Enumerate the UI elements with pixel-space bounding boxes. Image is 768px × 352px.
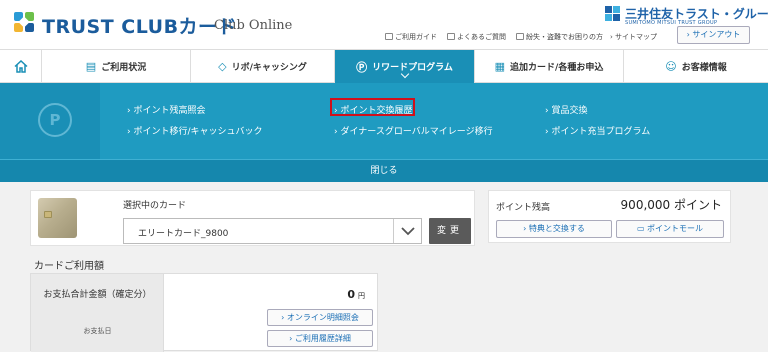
group-logo: 三井住友トラスト・グループ SUMITOMO MITSUI TRUST GROU…: [605, 6, 768, 28]
home-icon: [13, 60, 28, 73]
chevron-down-icon[interactable]: [393, 219, 421, 243]
guide-link[interactable]: ご利用ガイド: [385, 32, 437, 42]
usage-section-title: カードご利用額: [34, 261, 104, 272]
logo-text[interactable]: TRUST CLUBカード: [42, 12, 237, 39]
nav-home[interactable]: [0, 50, 42, 83]
payment-date-label: お支払日: [83, 327, 112, 335]
mega-menu-icon-area: P: [0, 83, 100, 159]
usage-history-button[interactable]: › ご利用履歴詳細: [267, 330, 373, 347]
diamond-icon: ◇: [218, 60, 227, 73]
site-header: TRUST CLUBカード Club Online 三井住友トラスト・グループ …: [0, 0, 768, 49]
group-logo-icon: [605, 6, 620, 21]
online-statement-button[interactable]: › オンライン明細照会: [267, 309, 373, 326]
point-mall-button[interactable]: ▭ ポイントモール: [616, 220, 724, 238]
point-balance-panel: ポイント残高 900,000 ポイント › 特典と交換する ▭ ポイントモール: [488, 190, 731, 243]
card-chip-icon: [44, 211, 52, 218]
faq-icon: [447, 33, 455, 40]
card-selector-panel: 選択中のカード エリートカード_9800 変更: [30, 190, 475, 246]
points-icon: P: [38, 103, 72, 137]
menu-link-point-balance[interactable]: › ポイント残高照会: [127, 103, 205, 116]
usage-label-cell: お支払合計金額（確定分） お支払日: [31, 274, 164, 352]
nav-revolving[interactable]: ◇ リボ/キャッシング: [191, 50, 335, 83]
nav-additional-card[interactable]: ▦ 追加カード/各種お申込: [475, 50, 624, 83]
card-select-value: エリートカード_9800: [138, 229, 229, 239]
trust-club-logo-icon[interactable]: [13, 11, 35, 33]
form-icon: ▦: [494, 60, 506, 73]
menu-link-diners-mileage[interactable]: › ダイナースグローバルマイレージ移行: [334, 124, 493, 137]
lost-card-link[interactable]: 紛失・盗難でお困りの方: [516, 32, 603, 42]
nav-customer-info[interactable]: ☺ お客様情報: [624, 50, 768, 83]
card-select[interactable]: エリートカード_9800: [123, 218, 422, 244]
signout-button[interactable]: › サインアウト: [677, 26, 750, 44]
menu-link-point-transfer[interactable]: › ポイント移行/キャッシュバック: [127, 124, 263, 137]
clipboard-icon: ▤: [85, 60, 97, 73]
highlight-box: [330, 98, 415, 116]
lost-card-icon: [516, 33, 524, 40]
nav-usage[interactable]: ▤ ご利用状況: [42, 50, 191, 83]
user-icon: ☺: [665, 60, 677, 73]
total-payment-label: お支払合計金額（確定分）: [43, 290, 152, 300]
card-selector-label: 選択中のカード: [123, 201, 187, 211]
point-balance-label: ポイント残高: [496, 203, 551, 213]
mall-icon: ▭: [636, 224, 648, 233]
guide-icon: [385, 33, 393, 40]
faq-link[interactable]: よくあるご質問: [447, 32, 506, 42]
close-menu-button[interactable]: 閉じる: [0, 159, 768, 182]
menu-link-prize-exchange[interactable]: › 賞品交換: [545, 103, 587, 116]
card-image: [38, 198, 77, 238]
logo-subtitle: Club Online: [214, 18, 293, 33]
menu-link-point-allocation[interactable]: › ポイント充当プログラム: [545, 124, 650, 137]
sitemap-link[interactable]: › サイトマップ: [610, 32, 657, 42]
change-card-button[interactable]: 変更: [429, 218, 471, 244]
point-balance-value: 900,000 ポイント: [620, 198, 722, 212]
usage-box: お支払合計金額（確定分） お支払日 0円 › オンライン明細照会 › ご利用履歴…: [30, 273, 378, 352]
exchange-button[interactable]: › 特典と交換する: [496, 220, 612, 238]
points-icon: Ⓟ: [356, 60, 368, 74]
total-payment-amount: 0円: [347, 288, 365, 301]
main-nav: ▤ ご利用状況 ◇ リボ/キャッシング Ⓟ リワードプログラム ▦ 追加カード/各種お申…: [0, 49, 768, 83]
reward-mega-menu: P › ポイント残高照会 › ポイント交換履歴 › 賞品交換 › ポイント移行/…: [0, 83, 768, 182]
